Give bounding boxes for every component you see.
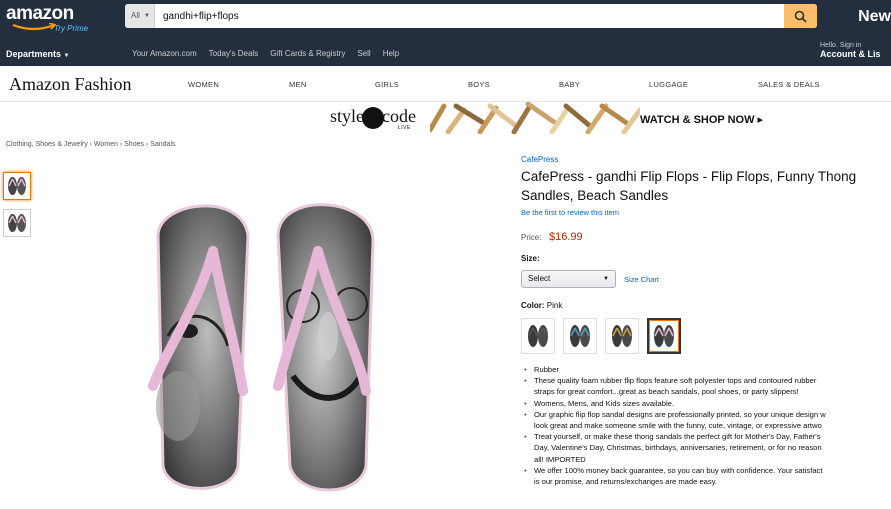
fashion-nav-luggage[interactable]: LUGGAGE	[649, 80, 688, 89]
fashion-bar: Amazon Fashion WOMEN MEN GIRLS BOYS BABY…	[0, 66, 891, 102]
color-swatch-1[interactable]	[521, 318, 555, 354]
fashion-nav-boys[interactable]: BOYS	[468, 80, 490, 89]
amazon-logo[interactable]: amazon Try Prime	[6, 3, 96, 39]
breadcrumb[interactable]: Clothing, Shoes & Jewelry › Women › Shoe…	[6, 141, 176, 148]
fashion-nav-girls[interactable]: GIRLS	[375, 80, 399, 89]
feature-bullet: Rubber	[524, 364, 891, 375]
feature-bullet-continued: straps for great comfort...great as beac…	[534, 387, 799, 397]
price-label: Price:	[521, 233, 542, 242]
flip-flop-thumbnail-icon	[8, 177, 26, 195]
product-thumbnail-1[interactable]	[3, 172, 31, 200]
feature-bullet: Womens, Mens, and Kids sizes available.	[524, 398, 891, 409]
feature-bullet-continued: look great and make someone smile with t…	[534, 421, 822, 431]
search-button[interactable]	[784, 4, 817, 28]
search-bar: All ▼	[125, 4, 817, 28]
banner-style-text: style	[330, 106, 364, 126]
smile-arrow-icon	[12, 23, 56, 31]
flip-flop-thumbnail-icon	[8, 214, 26, 232]
banner-code-text: code	[382, 106, 416, 126]
departments-label: Departments	[6, 49, 62, 59]
fashion-nav-men[interactable]: MEN	[289, 80, 307, 89]
chevron-down-icon: ▼	[63, 53, 70, 59]
flip-flop-swatch-icon	[528, 325, 548, 347]
search-input[interactable]	[159, 4, 779, 28]
top-bar: amazon Try Prime All ▼ New	[0, 0, 891, 42]
feature-bullet-continued: is our promise, and returns/exchanges ar…	[534, 477, 718, 487]
color-label-text: Color:	[521, 301, 545, 310]
feature-bullet: Treat yourself, or make these thong sand…	[524, 431, 891, 442]
size-selected-value: Select	[528, 274, 551, 283]
product-title: CafePress - gandhi Flip Flops - Flip Flo…	[521, 167, 891, 205]
account-lists-label: Account & Lis	[820, 49, 881, 59]
promo-link[interactable]: New	[858, 8, 891, 26]
price-value: $16.99	[549, 231, 583, 243]
brand-link[interactable]: CafePress	[521, 155, 558, 164]
nav-links: Your Amazon.com Today's Deals Gift Cards…	[132, 49, 411, 58]
nav-link-sell[interactable]: Sell	[357, 49, 370, 58]
search-category-label: All	[131, 11, 140, 20]
flip-flop-swatch-icon	[654, 325, 674, 347]
banner-pattern-image	[430, 102, 640, 134]
flip-flop-swatch-icon	[570, 325, 590, 347]
watch-shop-now-link[interactable]: WATCH & SHOP NOW ▸	[640, 113, 763, 126]
fashion-nav-baby[interactable]: BABY	[559, 80, 580, 89]
color-label: Color: Pink	[521, 301, 562, 310]
feature-bullets: Rubber These quality foam rubber flip fl…	[524, 364, 891, 487]
product-title-line-1: CafePress - gandhi Flip Flops - Flip Flo…	[521, 169, 857, 184]
color-swatch-2[interactable]	[563, 318, 597, 354]
feature-bullet-continued: all! IMPORTED	[534, 454, 586, 464]
flip-flop-swatch-icon	[612, 325, 632, 347]
nav-link-todays-deals[interactable]: Today's Deals	[209, 49, 259, 58]
banner-live-text: LIVE	[398, 125, 411, 131]
color-swatch-4[interactable]	[647, 318, 681, 354]
size-chart-link[interactable]: Size Chart	[624, 275, 659, 284]
amazon-fashion-logo[interactable]: Amazon Fashion	[9, 74, 131, 95]
feature-bullet: Our graphic flip flop sandal designs are…	[524, 409, 891, 420]
product-title-line-2: Sandles, Beach Sandles	[521, 188, 669, 203]
nav-link-gift-cards[interactable]: Gift Cards & Registry	[270, 49, 345, 58]
color-value: Pink	[546, 301, 563, 310]
color-swatch-3[interactable]	[605, 318, 639, 354]
fashion-nav-women[interactable]: WOMEN	[188, 80, 219, 89]
departments-menu[interactable]: Departments ▼	[6, 49, 69, 59]
stylecode-mark-icon	[362, 106, 384, 129]
logo-text: amazon	[6, 3, 74, 24]
search-category-dropdown[interactable]: All ▼	[125, 4, 155, 28]
chevron-down-icon: ▼	[144, 13, 150, 19]
feature-bullet: We offer 100% money back guarantee, so y…	[524, 465, 891, 476]
feature-bullet: These quality foam rubber flip flops fea…	[524, 375, 891, 386]
product-main-image[interactable]	[128, 196, 400, 502]
write-review-link[interactable]: Be the first to review this item	[521, 208, 619, 217]
feature-bullet-continued: Day, Valentine's Day, Christmas, birthda…	[534, 443, 822, 453]
sign-in-greeting: Hello. Sign in	[820, 42, 862, 49]
product-thumbnail-2[interactable]	[3, 209, 31, 237]
size-label: Size:	[521, 254, 540, 263]
size-dropdown[interactable]: Select ▼	[521, 270, 616, 288]
search-icon	[794, 10, 807, 23]
nav-link-your-amazon[interactable]: Your Amazon.com	[132, 49, 197, 58]
chevron-down-icon: ▼	[603, 276, 609, 282]
account-menu[interactable]: Hello. Sign in Account & Lis	[820, 42, 881, 59]
nav-bar: Departments ▼ Your Amazon.com Today's De…	[0, 42, 891, 66]
try-prime-link[interactable]: Try Prime	[54, 24, 88, 33]
fashion-nav-sales-deals[interactable]: SALES & DEALS	[758, 80, 820, 89]
nav-link-help[interactable]: Help	[383, 49, 399, 58]
